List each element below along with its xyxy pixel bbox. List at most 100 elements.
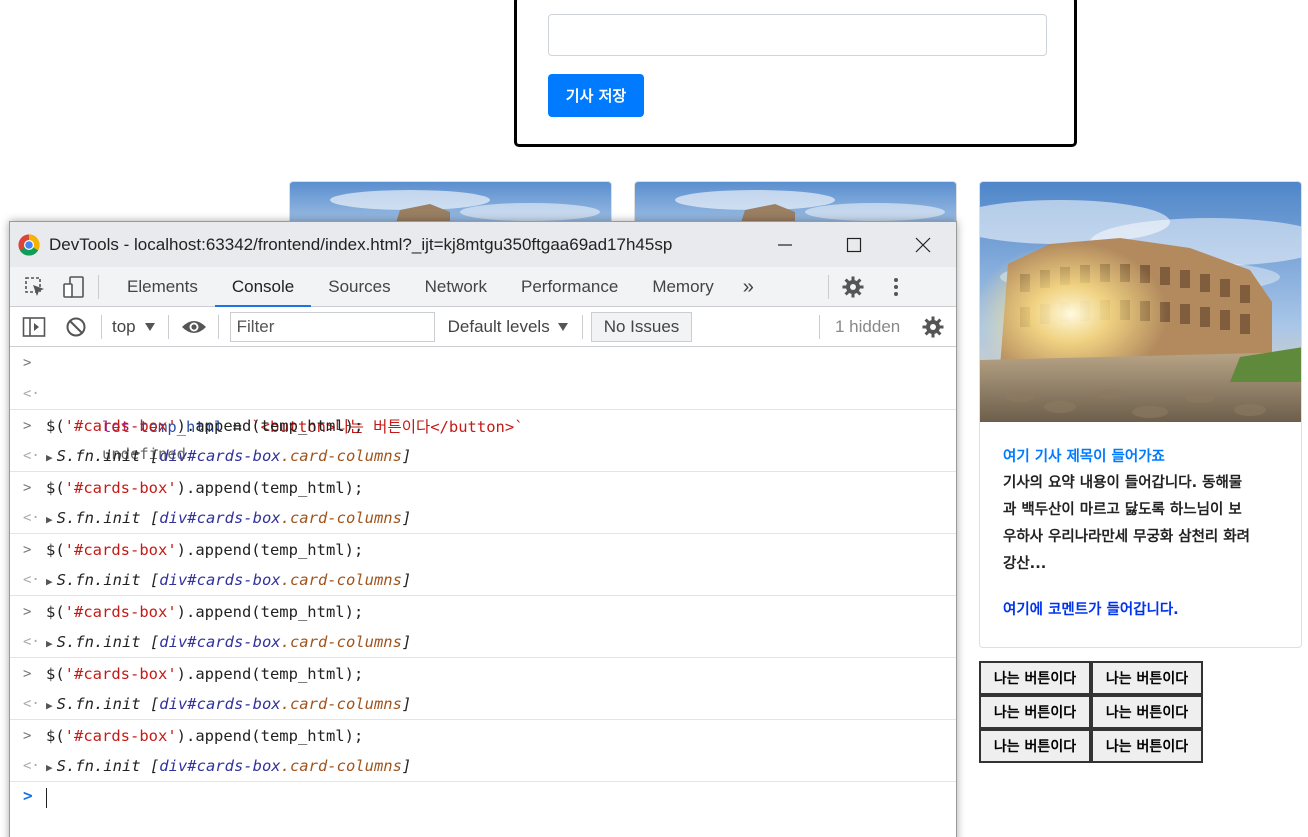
inspect-element-button[interactable]: [22, 274, 48, 300]
code-call: ).append(temp_html);: [176, 541, 364, 559]
close-icon: [915, 237, 931, 252]
expand-triangle-icon[interactable]: ▶: [46, 513, 53, 526]
context-label: top: [112, 316, 136, 336]
devtools-titlebar[interactable]: DevTools - localhost:63342/frontend/inde…: [10, 222, 956, 267]
console-result-line[interactable]: <· ▶ S.fn.init [div#cards-box.card-columns…: [10, 627, 956, 657]
console-input-line: > $('#cards-box').append(temp_html);: [10, 719, 956, 751]
result-arrow-icon: <·: [23, 510, 40, 526]
customize-menu-button[interactable]: [883, 274, 909, 300]
minimize-icon: [778, 243, 792, 246]
expand-triangle-icon[interactable]: ▶: [46, 699, 53, 712]
code-call: ).append(temp_html);: [176, 727, 364, 745]
result-class: .card-columns: [280, 571, 402, 589]
result-bracket: [: [140, 571, 160, 589]
result-element: div#cards-box: [159, 757, 281, 775]
appended-button[interactable]: 나는 버튼이다: [1091, 695, 1203, 729]
tab-sources[interactable]: Sources: [311, 267, 407, 307]
expand-triangle-icon[interactable]: ▶: [46, 451, 53, 464]
appended-button[interactable]: 나는 버튼이다: [1091, 661, 1203, 695]
prompt-chevron-icon: >: [23, 786, 33, 805]
result-class: .card-columns: [280, 695, 402, 713]
card-image: [980, 182, 1301, 422]
code-call: ).append(temp_html);: [176, 603, 364, 621]
console-result-line[interactable]: <· ▶ S.fn.init [div#cards-box.card-columns…: [10, 503, 956, 533]
tab-network[interactable]: Network: [408, 267, 504, 307]
result-object: S.fn.init: [56, 571, 141, 589]
save-article-button[interactable]: 기사 저장: [548, 74, 644, 117]
result-arrow-icon: <·: [23, 758, 40, 774]
input-chevron-icon: >: [23, 355, 32, 371]
text-caret: [46, 788, 47, 808]
code-string: '#cards-box': [64, 479, 177, 497]
expand-triangle-icon[interactable]: ▶: [46, 761, 53, 774]
appended-button[interactable]: 나는 버튼이다: [1091, 729, 1203, 763]
devtools-window: DevTools - localhost:63342/frontend/inde…: [9, 221, 957, 837]
console-result-line[interactable]: <· ▶ S.fn.init [div#cards-box.card-columns…: [10, 565, 956, 595]
console-filter-input[interactable]: [229, 311, 435, 342]
settings-gear-icon: [922, 316, 944, 337]
code-string: '#cards-box': [64, 727, 177, 745]
console-input-line: > let temp_html = `<button>나는 버튼이다</butt…: [10, 347, 956, 436]
code-call: ).append(temp_html);: [176, 479, 364, 497]
console-result-line[interactable]: <· ▶ S.fn.init [div#cards-box.card-columns…: [10, 441, 956, 471]
result-class: .card-columns: [280, 757, 402, 775]
appended-button[interactable]: 나는 버튼이다: [979, 695, 1091, 729]
result-bracket: ]: [401, 633, 412, 651]
device-toolbar-button[interactable]: [61, 274, 87, 300]
console-input-line: > $('#cards-box').append(temp_html);: [10, 533, 956, 565]
clear-console-button[interactable]: [63, 314, 89, 340]
code-string: '#cards-box': [64, 541, 177, 559]
close-button[interactable]: [900, 222, 946, 267]
context-selector[interactable]: top: [112, 317, 156, 337]
expand-triangle-icon[interactable]: ▶: [46, 575, 53, 588]
input-chevron-icon: >: [23, 418, 32, 434]
result-object: S.fn.init: [56, 447, 141, 465]
appended-button[interactable]: 나는 버튼이다: [979, 729, 1091, 763]
console-prompt[interactable]: >: [10, 781, 956, 815]
result-arrow-icon: <·: [23, 448, 40, 464]
console-input-line: > $('#cards-box').append(temp_html);: [10, 595, 956, 627]
code-call: ).append(temp_html);: [176, 417, 364, 435]
toolbar-divider: [101, 314, 102, 339]
code-call: $(: [46, 603, 65, 621]
console-result-line[interactable]: <· ▶ S.fn.init [div#cards-box.card-columns…: [10, 689, 956, 719]
result-class: .card-columns: [280, 447, 402, 465]
input-chevron-icon: >: [23, 480, 32, 496]
result-bracket: [: [140, 757, 160, 775]
log-levels-dropdown[interactable]: Default levels: [448, 317, 569, 337]
issues-button[interactable]: No Issues: [590, 311, 693, 342]
settings-gear-icon: [842, 276, 864, 297]
input-chevron-icon: >: [23, 728, 32, 744]
code-call: $(: [46, 727, 65, 745]
console-result-line[interactable]: <· ▶ S.fn.init [div#cards-box.card-columns…: [10, 751, 956, 781]
result-element: div#cards-box: [159, 447, 281, 465]
article-url-input[interactable]: [548, 14, 1047, 56]
code-call: $(: [46, 541, 65, 559]
minimize-button[interactable]: [762, 222, 808, 267]
toolbar-divider: [167, 314, 169, 339]
input-chevron-icon: >: [23, 666, 32, 682]
tab-console[interactable]: Console: [214, 267, 312, 307]
console-input-line: > $('#cards-box').append(temp_html);: [10, 471, 956, 503]
appended-button[interactable]: 나는 버튼이다: [979, 661, 1091, 695]
tab-performance[interactable]: Performance: [504, 267, 635, 307]
code-string: '#cards-box': [64, 665, 177, 683]
console-settings-button[interactable]: [920, 314, 946, 340]
live-expression-button[interactable]: [181, 314, 207, 340]
settings-button[interactable]: [840, 274, 866, 300]
show-sidebar-button[interactable]: [21, 314, 47, 340]
result-object: S.fn.init: [56, 757, 141, 775]
log-levels-label: Default levels: [447, 316, 550, 336]
maximize-button[interactable]: [831, 222, 877, 267]
sidebar-toggle-icon: [22, 316, 46, 337]
result-arrow-icon: <·: [23, 386, 40, 402]
tab-memory[interactable]: Memory: [635, 267, 730, 307]
expand-triangle-icon[interactable]: ▶: [46, 637, 53, 650]
tab-elements[interactable]: Elements: [110, 267, 215, 307]
card-title[interactable]: 여기 기사 제목이 들어가죠: [1003, 446, 1278, 468]
code-string: '#cards-box': [64, 603, 177, 621]
kebab-menu-icon: [893, 277, 898, 296]
console-input-line: > $('#cards-box').append(temp_html);: [10, 409, 956, 441]
more-tabs-button[interactable]: »: [731, 267, 768, 307]
inspect-icon: [25, 276, 44, 296]
